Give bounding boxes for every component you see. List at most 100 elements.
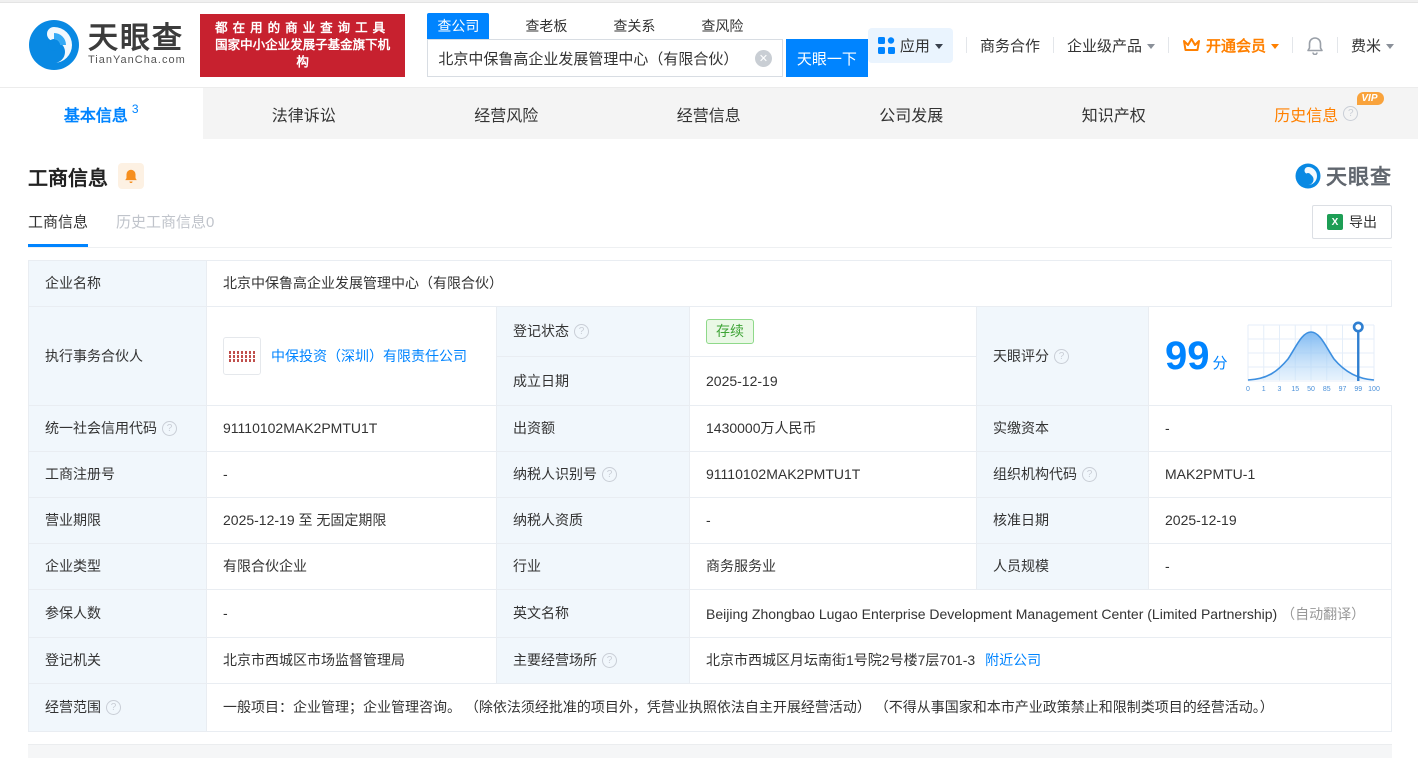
menu-vip-label: 开通会员	[1206, 35, 1266, 56]
field-label: 企业类型	[29, 544, 206, 589]
header: 天眼查 TianYanCha.com 都在用的商业查询工具 国家中小企业发展子基…	[0, 3, 1418, 87]
bell-icon	[1306, 36, 1324, 55]
help-icon[interactable]: ?	[574, 324, 589, 339]
auto-translate-note: （自动翻译）	[1281, 606, 1365, 622]
menu-user[interactable]: 费米	[1351, 35, 1394, 56]
tab-legal-litigation[interactable]: 法律诉讼	[203, 88, 406, 139]
score-distribution-chart: 013 155085 9799100	[1242, 319, 1380, 393]
partner-value: 中保投资（深圳）有限责任公司	[206, 307, 496, 405]
table-row: 企业名称 北京中保鲁高企业发展管理中心（有限合伙）	[29, 261, 1391, 306]
menu-open-vip[interactable]: 开通会员	[1182, 35, 1279, 56]
score-label: 天眼评分	[993, 346, 1049, 367]
field-label: 参保人数	[29, 590, 206, 637]
tab-operation-info[interactable]: 经营信息	[608, 88, 811, 139]
partner-logo	[223, 337, 261, 375]
field-label: 英文名称	[496, 590, 689, 637]
tab-history-info[interactable]: VIP 历史信息 ?	[1215, 88, 1418, 139]
search-button[interactable]: 天眼一下	[786, 39, 868, 77]
subtab-history-business-info[interactable]: 历史工商信息0	[116, 211, 214, 247]
table-row: 企业类型 有限合伙企业 行业 商务服务业 人员规模 -	[29, 543, 1391, 589]
header-menu: 应用 商务合作 企业级产品 开通会员 费米	[868, 28, 1394, 63]
search-input[interactable]	[438, 50, 755, 67]
reg-number-value: -	[206, 452, 496, 497]
table-row: 经营范围 ? 一般项目：企业管理；企业管理咨询。 （除依法须经批准的项目外，凭营…	[29, 683, 1391, 731]
nearby-companies-link[interactable]: 附近公司	[985, 650, 1041, 671]
svg-text:1: 1	[1261, 386, 1265, 393]
field-label: 组织机构代码 ?	[976, 452, 1148, 497]
help-icon[interactable]: ?	[106, 700, 121, 715]
search-tab-boss[interactable]: 查老板	[515, 13, 577, 39]
tab-company-development[interactable]: 公司发展	[810, 88, 1013, 139]
taxpayer-qualification-value: -	[689, 498, 976, 543]
org-code-value: MAK2PMTU-1	[1148, 452, 1391, 497]
help-icon[interactable]: ?	[602, 653, 617, 668]
tianyancha-logo-icon	[28, 19, 80, 71]
english-name-value: Beijing Zhongbao Lugao Enterprise Develo…	[689, 590, 1391, 637]
insured-count-value: -	[206, 590, 496, 637]
field-label: 主要经营场所 ?	[496, 638, 689, 683]
excel-icon: X	[1327, 214, 1343, 230]
search-tab-risk[interactable]: 查风险	[691, 13, 753, 39]
paid-capital-value: -	[1148, 406, 1391, 451]
address-text: 北京市西城区月坛南街1号院2号楼7层701-3	[706, 650, 975, 671]
help-icon[interactable]: ?	[1343, 106, 1358, 121]
table-row: 工商注册号 - 纳税人识别号 ? 91110102MAK2PMTU1T 组织机构…	[29, 451, 1391, 497]
svg-text:100: 100	[1368, 386, 1380, 393]
field-label: 人员规模	[976, 544, 1148, 589]
menu-apps[interactable]: 应用	[868, 28, 953, 63]
field-label: 营业期限	[29, 498, 206, 543]
help-icon[interactable]: ?	[602, 467, 617, 482]
score-axis-labels: 013 155085 9799100	[1246, 386, 1380, 393]
field-label: 统一社会信用代码 ?	[29, 406, 206, 451]
section-nav: 基本信息 3 法律诉讼 经营风险 经营信息 公司发展 知识产权 VIP 历史信息…	[0, 87, 1418, 139]
notifications-button[interactable]	[1306, 36, 1324, 55]
subtab-business-info[interactable]: 工商信息	[28, 211, 88, 247]
bell-icon	[124, 168, 138, 184]
help-icon[interactable]: ?	[1082, 467, 1097, 482]
search-tab-relation[interactable]: 查关系	[603, 13, 665, 39]
business-place-label: 主要经营场所	[513, 650, 597, 671]
monitor-bell-button[interactable]	[118, 163, 144, 189]
tab-operation-risk[interactable]: 经营风险	[405, 88, 608, 139]
search-tab-company[interactable]: 查公司	[427, 13, 489, 39]
menu-cooperation[interactable]: 商务合作	[980, 35, 1040, 56]
svg-text:97: 97	[1338, 386, 1346, 393]
reg-status-value: 存续	[689, 307, 976, 356]
section-title: 工商信息	[28, 162, 108, 191]
svg-text:0: 0	[1246, 386, 1250, 393]
org-code-label: 组织机构代码	[993, 464, 1077, 485]
score-cell: 99 分	[1148, 307, 1396, 405]
menu-enterprise-products[interactable]: 企业级产品	[1067, 35, 1155, 56]
business-info-card: 工商信息 天眼查 工商信息 历史工商信息0 X 导出	[0, 139, 1418, 758]
menu-divider	[1053, 37, 1054, 53]
partner-company-link[interactable]: 中保投资（深圳）有限责任公司	[271, 346, 467, 367]
capital-value: 1430000万人民币	[689, 406, 976, 451]
business-scope-label: 经营范围	[45, 697, 101, 718]
tab-history-info-label: 历史信息	[1274, 102, 1338, 126]
svg-text:50: 50	[1307, 386, 1315, 393]
export-button[interactable]: X 导出	[1312, 205, 1392, 239]
tianyancha-logo[interactable]: 天眼查 TianYanCha.com	[28, 19, 186, 71]
english-name-text: Beijing Zhongbao Lugao Enterprise Develo…	[706, 606, 1277, 622]
reg-status-label: 登记状态	[513, 321, 569, 342]
taxpayer-id-value: 91110102MAK2PMTU1T	[689, 452, 976, 497]
taxpayer-id-label: 纳税人识别号	[513, 464, 597, 485]
field-label: 成立日期	[496, 356, 689, 405]
establish-date-value: 2025-12-19	[689, 356, 976, 405]
help-icon[interactable]: ?	[162, 421, 177, 436]
field-label: 企业名称	[29, 261, 206, 306]
tab-basic-info-count: 3	[132, 102, 139, 116]
field-label: 登记状态 ?	[496, 307, 689, 356]
slogan-line1: 都在用的商业查询工具	[210, 20, 396, 37]
company-name-value: 北京中保鲁高企业发展管理中心（有限合伙）	[206, 261, 1391, 306]
tab-basic-info[interactable]: 基本信息 3	[0, 88, 203, 139]
tab-intellectual-property[interactable]: 知识产权	[1013, 88, 1216, 139]
clear-search-icon[interactable]: ✕	[755, 50, 772, 67]
table-row: 营业期限 2025-12-19 至 无固定期限 纳税人资质 - 核准日期 202…	[29, 497, 1391, 543]
search-tabs: 查公司 查老板 查关系 查风险	[427, 13, 868, 39]
vip-badge: VIP	[1357, 92, 1383, 105]
help-icon[interactable]: ?	[1054, 349, 1069, 364]
field-label: 执行事务合伙人	[29, 307, 206, 405]
slogan-line2: 国家中小企业发展子基金旗下机构	[210, 37, 396, 71]
search-area: 查公司 查老板 查关系 查风险 ✕ 天眼一下	[427, 13, 868, 77]
